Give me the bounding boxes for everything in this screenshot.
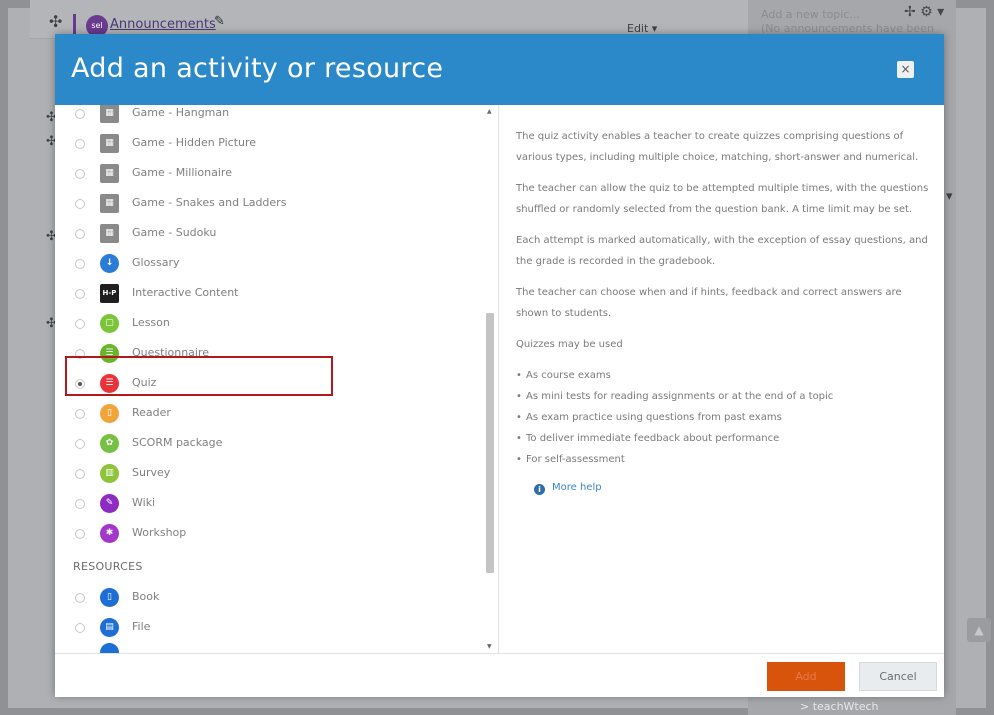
list-item-label: Wiki (132, 496, 156, 509)
radio-button[interactable] (75, 139, 85, 149)
activity-list-scrollbar[interactable]: ▲ ▼ (484, 105, 496, 653)
list-item-workshop[interactable]: ✱ Workshop (55, 519, 485, 549)
list-item-label: Workshop (132, 526, 187, 539)
list-item-label: SCORM package (132, 436, 223, 449)
lesson-icon: ▢ (100, 314, 119, 333)
list-item: As course exams (516, 365, 936, 386)
list-item-glossary[interactable]: ↓ Glossary (55, 249, 485, 279)
book-icon: ▯ (100, 588, 119, 607)
dialog-header: Add an activity or resource × (55, 34, 944, 105)
radio-button[interactable] (75, 169, 85, 179)
radio-button[interactable] (75, 409, 85, 419)
close-button[interactable]: × (897, 61, 914, 78)
list-item-game-hangman[interactable]: ▦ Game - Hangman (55, 105, 485, 129)
list-item-label: File (132, 620, 151, 633)
wiki-icon: ✎ (100, 494, 119, 513)
list-item: As mini tests for reading assignments or… (516, 386, 936, 407)
list-item-wiki[interactable]: ✎ Wiki (55, 489, 485, 519)
list-item-label: Game - Sudoku (132, 226, 217, 239)
list-item-label: Glossary (132, 256, 180, 269)
radio-button[interactable] (75, 499, 85, 509)
scrollbar-thumb[interactable] (486, 313, 494, 573)
radio-button[interactable] (75, 439, 85, 449)
dialog-footer: Add Cancel (55, 653, 944, 697)
more-help-link[interactable]: More help (552, 482, 602, 493)
list-item-label: Survey (132, 466, 171, 479)
add-activity-dialog: Add an activity or resource × ▤ File ▯ Book… (55, 34, 944, 697)
add-button[interactable]: Add (767, 662, 845, 691)
list-item-interactive-content[interactable]: H-P Interactive Content (55, 279, 485, 309)
game-icon: ▦ (100, 224, 119, 243)
list-item: For self-assessment (516, 449, 936, 470)
survey-icon: ▥ (100, 464, 119, 483)
list-item: As exam practice using questions from pa… (516, 407, 936, 428)
quiz-uses-list: As course exams As mini tests for readin… (516, 365, 936, 470)
radio-button[interactable] (75, 109, 85, 119)
game-icon: ▦ (100, 105, 119, 123)
glossary-icon: ↓ (100, 254, 119, 273)
radio-button[interactable] (75, 319, 85, 329)
activity-description: The quiz activity enables a teacher to c… (516, 126, 936, 502)
cancel-button[interactable]: Cancel (859, 662, 937, 691)
list-item-label: Interactive Content (132, 286, 239, 299)
announcements-link: Announcements (110, 17, 216, 32)
radio-button[interactable] (75, 229, 85, 239)
workshop-icon: ✱ (100, 524, 119, 543)
reader-icon: ▯ (100, 404, 119, 423)
h5p-icon: H-P (100, 284, 119, 303)
block-gear-icon: ✢ ⚙ ▾ (904, 4, 945, 20)
radio-button[interactable] (75, 469, 85, 479)
list-item: To deliver immediate feedback about perf… (516, 428, 936, 449)
list-item-label: Reader (132, 406, 171, 419)
game-icon: ▦ (100, 164, 119, 183)
resource-icon (100, 643, 119, 653)
description-paragraph: The quiz activity enables a teacher to c… (516, 131, 919, 163)
radio-button[interactable] (75, 593, 85, 603)
info-icon: i (534, 484, 545, 495)
list-item-label: Game - Snakes and Ladders (132, 196, 287, 209)
pencil-icon: ✎ (214, 14, 225, 29)
dialog-title: Add an activity or resource (71, 53, 444, 84)
list-item-game-millionaire[interactable]: ▦ Game - Millionaire (55, 159, 485, 189)
list-item-label: Book (132, 590, 160, 603)
move-icon: ✣ (49, 12, 63, 31)
game-icon: ▦ (100, 194, 119, 213)
chevron-down-icon: ▾ (946, 189, 953, 204)
resources-heading: RESOURCES (73, 560, 143, 573)
file-icon: ▤ (100, 618, 119, 637)
list-item-lesson[interactable]: ▢ Lesson (55, 309, 485, 339)
announcements-accent-bar (73, 14, 76, 36)
activity-list[interactable]: ▤ File ▯ Book ✱ Workshop ✎ Wiki ▥ Survey ✿ SCORM pa… (55, 105, 499, 653)
description-paragraph: Each attempt is marked automatically, wi… (516, 235, 928, 267)
radio-button[interactable] (75, 259, 85, 269)
list-item-game-snakes-and-ladders[interactable]: ▦ Game - Snakes and Ladders (55, 189, 485, 219)
radio-button[interactable] (75, 529, 85, 539)
list-item-reader[interactable]: ▯ Reader (55, 399, 485, 429)
radio-button[interactable] (75, 623, 85, 633)
list-item-label: Game - Hidden Picture (132, 136, 257, 149)
nav-link: > teachWtech (800, 700, 879, 713)
radio-button[interactable] (75, 289, 85, 299)
list-item-label: Game - Millionaire (132, 166, 232, 179)
more-help-row: i More help (516, 480, 936, 502)
scroll-down-arrow[interactable]: ▼ (487, 643, 492, 650)
description-paragraph: The teacher can choose when and if hints… (516, 287, 902, 319)
list-item-book[interactable]: ▯ Book (55, 583, 485, 613)
description-paragraph: The teacher can allow the quiz to be att… (516, 183, 929, 215)
list-item-file[interactable]: ▤ File (55, 613, 485, 643)
description-paragraph: Quizzes may be used (516, 339, 623, 350)
radio-button[interactable] (75, 199, 85, 209)
scroll-to-top-button: ▲ (967, 618, 991, 642)
list-item-scorm-package[interactable]: ✿ SCORM package (55, 429, 485, 459)
list-item-game-sudoku[interactable]: ▦ Game - Sudoku (55, 219, 485, 249)
list-item-survey[interactable]: ▥ Survey (55, 459, 485, 489)
list-item-label: Lesson (132, 316, 170, 329)
game-icon: ▦ (100, 134, 119, 153)
selection-highlight (65, 356, 333, 396)
list-item-label: Game - Hangman (132, 106, 230, 119)
list-item-game-hidden-picture[interactable]: ▦ Game - Hidden Picture (55, 129, 485, 159)
scroll-up-arrow[interactable]: ▲ (487, 108, 492, 115)
scorm-icon: ✿ (100, 434, 119, 453)
